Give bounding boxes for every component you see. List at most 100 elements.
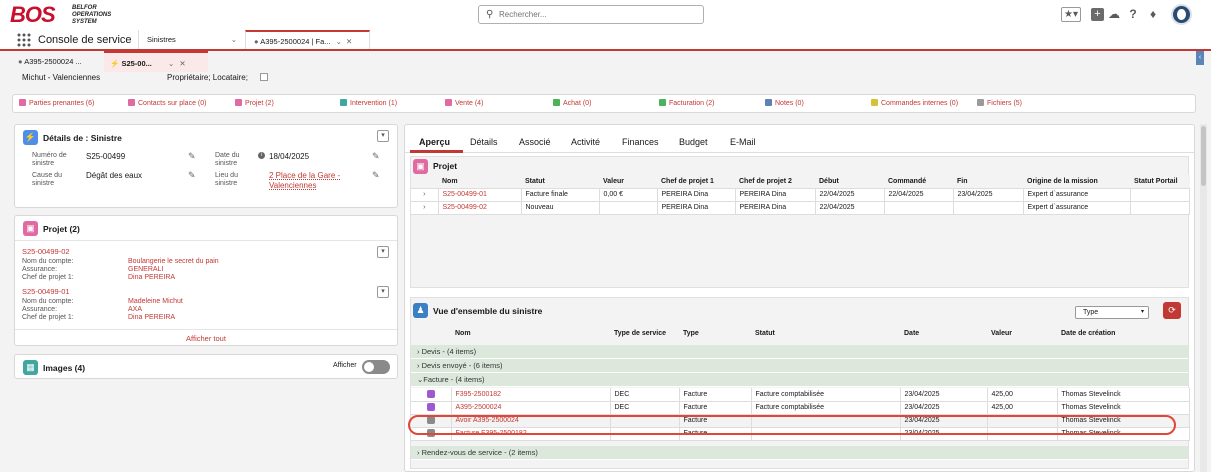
column-header[interactable]: Origine de la mission — [1023, 175, 1130, 188]
edit-pencil-icon[interactable]: ✎ — [372, 170, 380, 181]
lightning-icon: ⚡ — [23, 130, 38, 145]
projet-card: ▣ Projet (2) S25-00499-02 ▾ Nom du compt… — [14, 215, 398, 346]
column-header[interactable]: Chef de projet 1 — [657, 175, 735, 188]
related-link[interactable]: Fichiers (5) — [977, 99, 1022, 107]
subtab-sinistre-active[interactable]: ⚡ S25-00... ⌄ ✕ — [104, 51, 208, 72]
table-cell-link[interactable]: S25-00499-01 — [438, 188, 522, 202]
group-row-devis-envoye[interactable]: › Devis envoyé - (6 items) — [411, 359, 1188, 373]
related-link[interactable]: Contacts sur place (0) — [128, 99, 206, 107]
dropdown-button[interactable]: ▾ — [377, 130, 389, 142]
column-header[interactable]: Fin — [953, 175, 1023, 188]
column-header[interactable]: Statut — [751, 327, 900, 340]
insurance-link[interactable]: AXA — [128, 306, 142, 313]
images-toggle[interactable] — [362, 360, 390, 374]
tab-apercu[interactable]: Aperçu — [419, 137, 450, 147]
project-link[interactable]: S25-00499-02 — [22, 247, 70, 256]
related-link[interactable]: Achat (0) — [553, 99, 591, 107]
column-header[interactable]: Date de création — [1057, 327, 1190, 340]
table-row[interactable]: › S25-00499-01 Facture finale 0,00 € PER… — [411, 188, 1190, 202]
table-row[interactable]: A395-2500024 DEC Facture Facture comptab… — [411, 401, 1190, 415]
project-link[interactable]: S25-00499-01 — [22, 287, 70, 296]
column-header[interactable]: Statut — [521, 175, 599, 188]
column-header[interactable]: Commandé — [884, 175, 953, 188]
chevron-right-icon[interactable]: › — [411, 188, 439, 202]
chevron-down-icon[interactable]: ⌄ — [231, 30, 237, 49]
tab-finances[interactable]: Finances — [622, 137, 659, 147]
related-link[interactable]: Vente (4) — [445, 99, 483, 107]
manager-link[interactable]: Dina PEREIRA — [128, 274, 175, 281]
collapse-panel-icon[interactable]: ‹ — [1196, 51, 1204, 65]
add-icon[interactable]: + — [1091, 8, 1104, 21]
related-link[interactable]: Commandes internes (0) — [871, 99, 958, 107]
trailhead-icon[interactable]: ☁ — [1107, 7, 1121, 22]
column-header[interactable]: Date — [900, 327, 987, 340]
group-row-facture[interactable]: ⌄Facture - (4 items) — [411, 373, 1188, 387]
related-link[interactable]: Notes (0) — [765, 99, 804, 107]
search-input[interactable] — [499, 8, 694, 21]
tab-record-active[interactable]: ● A395-2500024 | Fa... ⌄ ✕ — [245, 30, 370, 49]
group-row-devis[interactable]: › Devis - (4 items) — [411, 345, 1188, 359]
tab-sinistres[interactable]: Sinistres ⌄ — [138, 30, 245, 49]
invoice-icon — [426, 403, 435, 411]
chevron-right-icon: › — [417, 347, 420, 356]
app-launcher-icon[interactable] — [17, 33, 31, 47]
table-cell-link[interactable]: F395-2500182 — [451, 388, 611, 402]
help-icon[interactable]: ? — [1126, 7, 1140, 22]
edit-pencil-icon[interactable]: ✎ — [372, 151, 380, 162]
edit-pencil-icon[interactable]: ✎ — [188, 170, 196, 181]
chevron-right-icon[interactable]: › — [411, 201, 439, 215]
tab-email[interactable]: E-Mail — [730, 137, 756, 147]
related-link[interactable]: Intervention (1) — [340, 99, 397, 107]
notes-icon — [765, 99, 772, 106]
show-all-link[interactable]: Afficher tout — [15, 334, 397, 343]
close-icon[interactable]: ✕ — [179, 59, 185, 68]
column-header[interactable]: Statut Portail — [1130, 175, 1190, 188]
address-link[interactable]: 2 Place de la Gare - Valenciennes — [269, 171, 369, 191]
table-row[interactable]: › S25-00499-02 Nouveau PEREIRA Dina PERE… — [411, 201, 1190, 215]
checkbox[interactable] — [260, 73, 268, 81]
related-link[interactable]: Parties prenantes (6) — [19, 99, 94, 107]
subtab-avoir[interactable]: ● A395-2500024 ... — [12, 51, 104, 72]
related-link[interactable]: Facturation (2) — [659, 99, 715, 107]
account-link[interactable]: Madeleine Michut — [128, 298, 183, 305]
column-header[interactable]: Chef de projet 2 — [735, 175, 815, 188]
column-header[interactable]: Début — [815, 175, 884, 188]
favorites-star-icon[interactable]: ★▾ — [1061, 7, 1081, 22]
tab-details[interactable]: Détails — [470, 137, 498, 147]
tab-associe[interactable]: Associé — [519, 137, 551, 147]
chevron-down-icon[interactable]: ⌄ — [336, 37, 342, 46]
scrollbar[interactable] — [1200, 124, 1207, 472]
manager-link[interactable]: Dina PEREIRA — [128, 314, 175, 321]
notifications-bell-icon[interactable]: ♦ — [1146, 7, 1160, 22]
column-header[interactable]: Type — [679, 327, 751, 340]
chevron-down-icon[interactable]: ⌄ — [168, 59, 174, 68]
field-value-cause: Dégât des eaux — [86, 171, 143, 180]
info-icon[interactable]: i — [258, 152, 265, 159]
table-row[interactable]: F395-2500182 DEC Facture Facture comptab… — [411, 388, 1190, 402]
lock-icon: ● — [18, 57, 23, 66]
global-search[interactable]: ⚲ — [478, 5, 704, 24]
edit-pencil-icon[interactable]: ✎ — [188, 151, 196, 162]
intervention-icon — [340, 99, 347, 106]
column-header[interactable]: Nom — [451, 327, 610, 340]
refresh-button[interactable]: ⟳ — [1163, 302, 1181, 319]
table-cell-link[interactable]: A395-2500024 — [451, 401, 611, 415]
table-cell-link[interactable]: S25-00499-02 — [438, 201, 522, 215]
tab-activite[interactable]: Activité — [571, 137, 600, 147]
group-row-rendez-vous[interactable]: › Rendez-vous de service - (2 items) — [411, 446, 1188, 460]
avatar[interactable] — [1171, 4, 1192, 25]
account-link[interactable]: Boulangerie le secret du pain — [128, 258, 219, 265]
insurance-link[interactable]: GENERALI — [128, 266, 163, 273]
column-header[interactable]: Nom — [438, 175, 521, 188]
dropdown-button[interactable]: ▾ — [377, 246, 389, 258]
column-header[interactable]: Valeur — [599, 175, 657, 188]
bos-logo[interactable]: BOS BELFOR OPERATIONS SYSTEM — [10, 3, 120, 27]
column-header[interactable]: Type de service — [610, 327, 679, 340]
dropdown-button[interactable]: ▾ — [377, 286, 389, 298]
tab-budget[interactable]: Budget — [679, 137, 708, 147]
column-header[interactable]: Valeur — [987, 327, 1057, 340]
list-title: Vue d'ensemble du sinistre — [433, 306, 543, 316]
type-filter-select[interactable]: Type ▾ — [1075, 306, 1149, 319]
close-icon[interactable]: ✕ — [346, 37, 352, 46]
related-link[interactable]: Projet (2) — [235, 99, 274, 107]
